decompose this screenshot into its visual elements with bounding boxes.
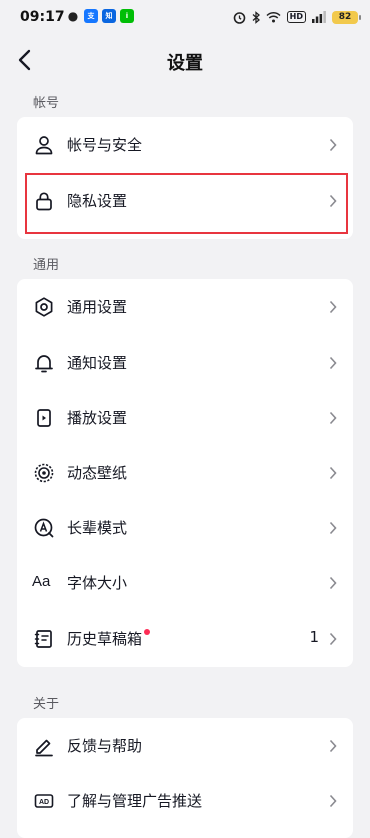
font-size-icon: Aa [32, 573, 51, 590]
general-settings-item[interactable]: 通用设置 [17, 279, 353, 335]
general-card: 通用设置 通知设置 播放设置 动态壁纸 长辈模式 Aa 字体大小 历史草稿箱 1 [17, 279, 353, 667]
drafts-history-item[interactable]: 历史草稿箱 1 [17, 611, 353, 667]
pen-icon [35, 739, 53, 757]
status-time: 09:17 [20, 9, 65, 25]
red-dot-badge [144, 629, 150, 635]
section-label-account: 帐号 [33, 96, 60, 111]
page-title: 设置 [167, 53, 203, 74]
status-icons: HD 82 [233, 7, 361, 27]
hd-badge: HD [286, 11, 306, 23]
alarm-icon [233, 11, 245, 24]
live-wallpaper-item[interactable]: 动态壁纸 [17, 445, 353, 501]
notification-settings-item[interactable]: 通知设置 [17, 335, 353, 391]
lock-icon [36, 192, 52, 211]
ad-icon: AD [34, 794, 54, 808]
play-settings-icon [37, 409, 51, 427]
section-label-general: 通用 [33, 258, 60, 273]
font-size-item[interactable]: Aa 字体大小 [17, 555, 353, 611]
live-wallpaper-icon [34, 463, 54, 483]
privacy-settings-item[interactable]: 隐私设置 [17, 173, 353, 229]
chevron-right-icon [329, 739, 337, 753]
wifi-icon [266, 11, 281, 23]
person-icon [35, 136, 53, 155]
item-label: 长辈模式 [67, 519, 128, 537]
item-label: 了解与管理广告推送 [67, 792, 203, 810]
chevron-right-icon [329, 466, 337, 480]
section-label-about: 关于 [33, 697, 60, 712]
account-card: 帐号与安全 隐私设置 [17, 117, 353, 239]
item-label: 动态壁纸 [67, 464, 128, 482]
chevron-right-icon [329, 194, 337, 208]
item-label: 通用设置 [67, 298, 128, 316]
item-label: 反馈与帮助 [67, 737, 143, 755]
chevron-right-icon [329, 794, 337, 808]
chevron-right-icon [329, 632, 337, 646]
item-label: 隐私设置 [67, 192, 128, 210]
bell-icon [35, 355, 53, 373]
gear-icon [35, 297, 53, 317]
zhihu-icon: 知 [102, 9, 116, 23]
wechat-icon: ● [67, 9, 79, 23]
chevron-right-icon [329, 138, 337, 152]
item-label: 帐号与安全 [67, 136, 143, 154]
status-bar: 09:17 ● 支 知 i HD 82 [0, 0, 370, 34]
account-security-item[interactable]: 帐号与安全 [17, 117, 353, 173]
chevron-right-icon [329, 411, 337, 425]
item-label: 通知设置 [67, 354, 128, 372]
drafts-count: 1 [309, 628, 319, 646]
item-label: 字体大小 [67, 574, 128, 592]
alipay-icon: 支 [84, 9, 98, 23]
item-label: 历史草稿箱 [67, 630, 143, 648]
svg-text:AD: AD [39, 799, 49, 806]
chevron-right-icon [329, 356, 337, 370]
elder-mode-icon [34, 518, 54, 538]
elder-mode-item[interactable]: 长辈模式 [17, 500, 353, 556]
drafts-icon [34, 630, 52, 648]
iqiyi-icon: i [120, 9, 134, 23]
battery-indicator: 82 [332, 10, 361, 24]
ad-management-item[interactable]: AD 了解与管理广告推送 [17, 773, 353, 829]
signal-icon [312, 11, 326, 23]
bluetooth-icon [252, 10, 260, 24]
chevron-right-icon [329, 576, 337, 590]
feedback-help-item[interactable]: 反馈与帮助 [17, 718, 353, 774]
chevron-right-icon [329, 300, 337, 314]
playback-settings-item[interactable]: 播放设置 [17, 390, 353, 446]
about-card: 反馈与帮助 AD 了解与管理广告推送 [17, 718, 353, 838]
chevron-right-icon [329, 521, 337, 535]
item-label: 播放设置 [67, 409, 128, 427]
